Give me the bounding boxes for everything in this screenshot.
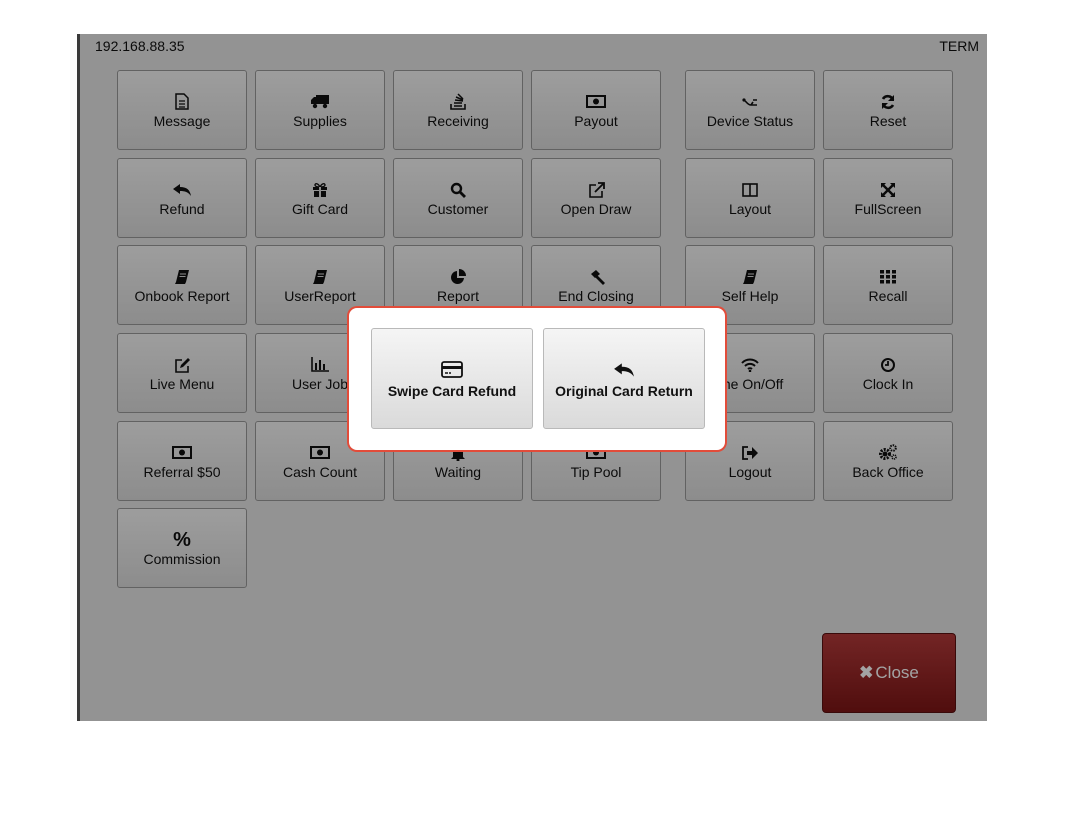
refund-method-dialog: Swipe Card Refund Original Card Return xyxy=(349,308,725,450)
option-label: Original Card Return xyxy=(555,382,693,399)
credit-card-icon xyxy=(441,359,463,381)
pos-screen: 192.168.88.35 TERM Message Supplies Rece… xyxy=(77,34,987,721)
window-edge xyxy=(77,34,80,721)
option-label: Swipe Card Refund xyxy=(387,382,517,399)
reply-icon xyxy=(613,359,635,381)
swipe-card-refund-button[interactable]: Swipe Card Refund xyxy=(371,328,533,429)
original-card-return-button[interactable]: Original Card Return xyxy=(543,328,705,429)
